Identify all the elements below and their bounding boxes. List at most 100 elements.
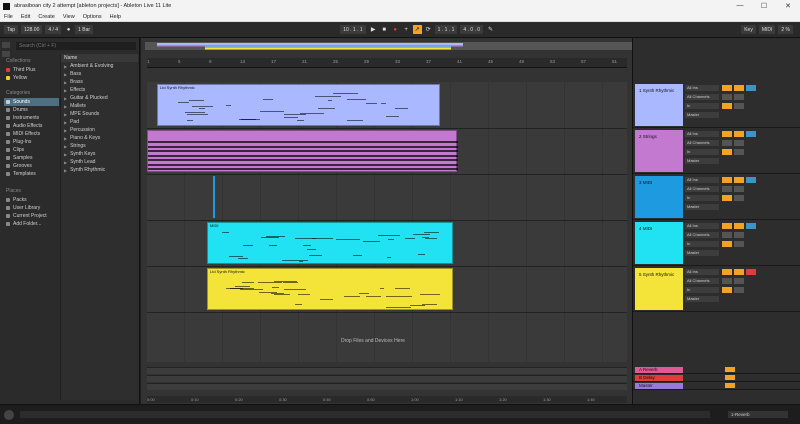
minimize-button[interactable]: — (728, 2, 752, 10)
midi-clip[interactable]: Ltd Synth Rhythmic (207, 268, 453, 310)
track-header[interactable]: 5 Synth Rhythmic All Ins All Channels In Mas… (633, 266, 800, 312)
pan-field[interactable] (734, 148, 744, 155)
track-header[interactable]: 1 Synth Rhythmic All Ins All Channels In Mas… (633, 82, 800, 128)
monitor-auto-button[interactable] (734, 93, 744, 100)
monitor-select[interactable]: In (685, 148, 719, 155)
midi-map-button[interactable]: MIDI (758, 25, 776, 34)
monitor-select[interactable]: In (685, 102, 719, 109)
expand-arrow-icon[interactable]: ▶ (64, 80, 67, 85)
category-templates[interactable]: Templates (4, 170, 59, 178)
browser-list-item[interactable]: ▶ Piano & Keys (61, 134, 138, 142)
solo-button[interactable] (734, 84, 744, 91)
category-instruments[interactable]: Instruments (4, 114, 59, 122)
meter-field[interactable]: 4 / 4 (45, 25, 62, 34)
output-type-select[interactable]: Master (685, 111, 719, 118)
monitor-auto-button[interactable] (734, 185, 744, 192)
tap-tempo-button[interactable]: Tap (4, 25, 19, 34)
expand-arrow-icon[interactable]: ▶ (64, 112, 67, 117)
tempo-field[interactable]: 128.00 (21, 25, 43, 34)
track-header[interactable]: 4 MIDI All Ins All Channels In Master (633, 220, 800, 266)
input-type-select[interactable]: All Ins (685, 222, 719, 229)
track-color-strip[interactable]: 3 MIDI (635, 176, 683, 218)
selected-track-indicator[interactable]: 1-Reverb (728, 411, 788, 418)
browser-search-input[interactable]: Search (Ctrl + F) (16, 42, 136, 50)
track-name[interactable]: 5 Synth Rhythmic (639, 272, 674, 277)
track-activator-button[interactable] (722, 84, 732, 91)
name-column-header[interactable]: Name (61, 54, 138, 62)
track-activator-button[interactable] (722, 176, 732, 183)
category-sounds[interactable]: Sounds (4, 98, 59, 106)
category-samples[interactable]: Samples (4, 154, 59, 162)
key-map-button[interactable]: Key (741, 25, 756, 34)
monitor-in-button[interactable] (722, 185, 732, 192)
track-activator-button[interactable] (722, 222, 732, 229)
arm-button[interactable] (746, 222, 756, 229)
monitor-auto-button[interactable] (734, 277, 744, 284)
browser-toggle-icon[interactable] (2, 42, 10, 48)
expand-arrow-icon[interactable]: ▶ (64, 136, 67, 141)
return-activator-button[interactable] (725, 367, 735, 372)
track-color-strip[interactable]: Master (635, 383, 683, 389)
place-packs[interactable]: Packs (4, 196, 59, 204)
browser-list-item[interactable]: ▶ Pad (61, 118, 138, 126)
monitor-in-button[interactable] (722, 93, 732, 100)
track-color-strip[interactable]: 5 Synth Rhythmic (635, 268, 683, 310)
track-color-strip[interactable]: 4 MIDI (635, 222, 683, 264)
track-color-strip[interactable]: B Delay (635, 375, 683, 381)
arm-button[interactable] (746, 84, 756, 91)
track-color-strip[interactable]: 1 Synth Rhythmic (635, 84, 683, 126)
expand-arrow-icon[interactable]: ▶ (64, 152, 67, 157)
menu-view[interactable]: View (63, 14, 75, 20)
track-name[interactable]: A Reverb (639, 367, 658, 372)
menu-create[interactable]: Create (38, 14, 55, 20)
monitor-auto-button[interactable] (734, 231, 744, 238)
browser-list-item[interactable]: ▶ MPE Sounds (61, 110, 138, 118)
browser-list-item[interactable]: ▶ Effects (61, 86, 138, 94)
loop-icon[interactable]: ⟳ (424, 25, 433, 34)
beat-time-ruler[interactable]: 1 5 9 13 17 21 25 29 33 37 41 45 49 53 57 61 (147, 58, 627, 68)
track-header[interactable]: 3 MIDI All Ins All Channels In Master (633, 174, 800, 220)
collection-item[interactable]: Third Plus (4, 66, 59, 74)
midi-clip[interactable] (147, 130, 458, 172)
track-name[interactable]: 1 Synth Rhythmic (639, 88, 674, 93)
play-icon[interactable]: ▶ (369, 25, 378, 34)
monitor-in-button[interactable] (722, 277, 732, 284)
expand-arrow-icon[interactable]: ▶ (64, 120, 67, 125)
volume-field[interactable] (722, 102, 732, 109)
output-type-select[interactable]: Master (685, 249, 719, 256)
return-track-header[interactable]: A Reverb (633, 366, 800, 374)
solo-button[interactable] (734, 268, 744, 275)
solo-button[interactable] (734, 222, 744, 229)
browser-list-item[interactable]: ▶ Bass (61, 70, 138, 78)
return-activator-button[interactable] (725, 383, 735, 388)
pan-field[interactable] (734, 286, 744, 293)
return-track-header[interactable]: B Delay (633, 374, 800, 382)
midi-clip[interactable]: MIDI (207, 222, 453, 264)
solo-button[interactable] (734, 130, 744, 137)
solo-button[interactable] (734, 176, 744, 183)
return-lane-a[interactable] (147, 367, 627, 374)
midi-clip[interactable]: Ltd Synth Rhythmic (157, 84, 440, 126)
return-lane-b[interactable] (147, 375, 627, 382)
expand-arrow-icon[interactable]: ▶ (64, 144, 67, 149)
track-color-strip[interactable]: A Reverb (635, 367, 683, 373)
output-type-select[interactable]: Master (685, 157, 719, 164)
input-channel-select[interactable]: All Channels (685, 185, 719, 192)
pan-field[interactable] (734, 102, 744, 109)
input-type-select[interactable]: All Ins (685, 268, 719, 275)
arm-button[interactable] (746, 176, 756, 183)
expand-arrow-icon[interactable]: ▶ (64, 88, 67, 93)
volume-field[interactable] (722, 148, 732, 155)
track-activator-button[interactable] (722, 268, 732, 275)
collection-item[interactable]: Yellow (4, 74, 59, 82)
master-lane[interactable] (147, 383, 627, 390)
loop-length-field[interactable]: 4 . 0 . 0 (460, 25, 484, 34)
expand-arrow-icon[interactable]: ▶ (64, 96, 67, 101)
category-drums[interactable]: Drums (4, 106, 59, 114)
monitor-select[interactable]: In (685, 194, 719, 201)
expand-arrow-icon[interactable]: ▶ (64, 168, 67, 173)
input-type-select[interactable]: All Ins (685, 130, 719, 137)
expand-arrow-icon[interactable]: ▶ (64, 104, 67, 109)
arrangement-overview[interactable] (145, 42, 665, 50)
track-color-strip[interactable]: 2 Strings (635, 130, 683, 172)
